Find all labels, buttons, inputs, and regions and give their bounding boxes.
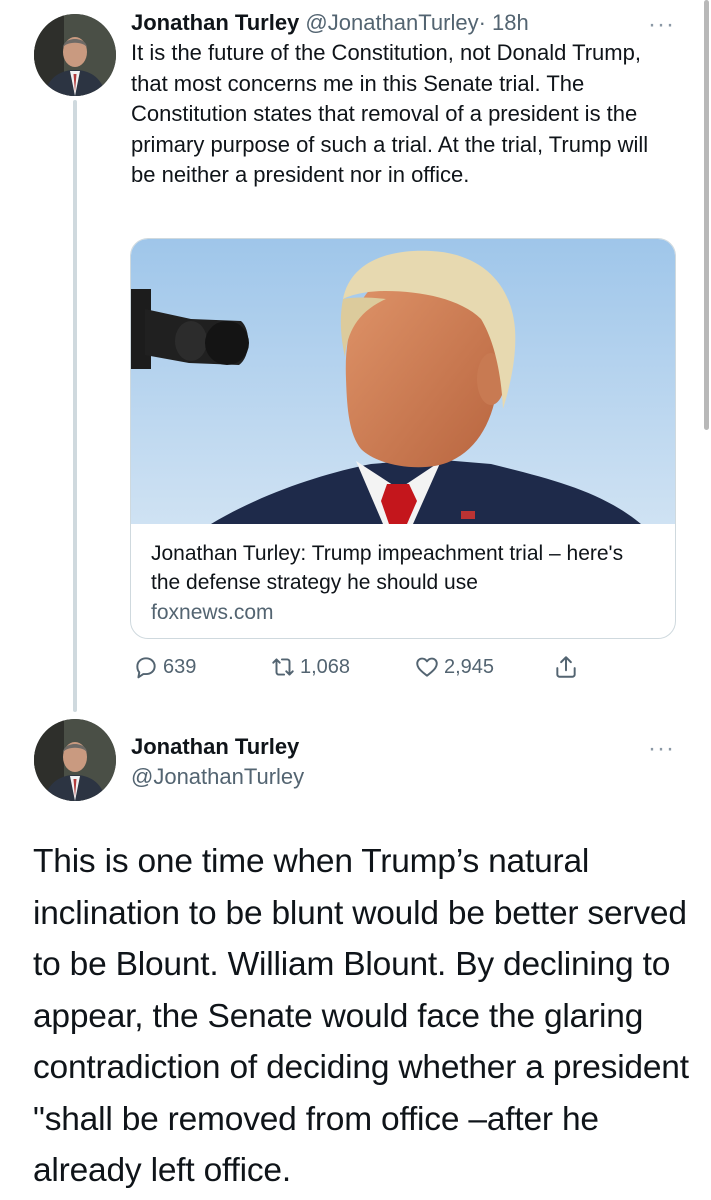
avatar-image <box>34 719 116 801</box>
link-preview-domain[interactable]: foxnews.com <box>151 598 274 627</box>
link-preview-card[interactable]: Jonathan Turley: Trump impeachment trial… <box>130 238 676 639</box>
reply-icon <box>136 657 156 679</box>
link-preview-image <box>131 239 675 524</box>
thread-connector-line <box>73 100 77 712</box>
tweet-time[interactable]: 18h <box>492 10 529 35</box>
link-preview-title[interactable]: Jonathan Turley: Trump impeachment trial… <box>151 539 651 597</box>
heart-icon <box>416 657 438 677</box>
tweet-header: Jonathan Turley @JonathanTurley· 18h <box>131 8 529 38</box>
retweet-icon <box>272 658 294 676</box>
avatar[interactable] <box>34 14 116 96</box>
separator-dot: · <box>478 10 486 35</box>
reply-count: 639 <box>163 655 197 678</box>
more-icon[interactable]: ··· <box>648 13 675 37</box>
scrollbar[interactable] <box>704 0 709 430</box>
share-button[interactable] <box>553 652 583 682</box>
author-name[interactable]: Jonathan Turley <box>131 732 299 762</box>
more-icon[interactable]: ··· <box>648 737 675 761</box>
like-count: 2,945 <box>444 655 495 678</box>
retweet-count: 1,068 <box>300 655 351 678</box>
author-handle[interactable]: @JonathanTurley <box>305 10 478 35</box>
share-icon <box>556 656 576 678</box>
like-button[interactable]: 2,945 <box>414 652 494 682</box>
avatar-image <box>34 14 116 96</box>
tweet-text: This is one time when Trump’s natural in… <box>33 843 689 1189</box>
avatar[interactable] <box>34 719 116 801</box>
author-handle[interactable]: @JonathanTurley <box>131 762 304 792</box>
retweet-button[interactable]: 1,068 <box>270 652 350 682</box>
author-name[interactable]: Jonathan Turley <box>131 10 299 35</box>
reply-button[interactable]: 639 <box>133 652 196 682</box>
tweet-text: It is the future of the Constitution, no… <box>131 40 649 188</box>
